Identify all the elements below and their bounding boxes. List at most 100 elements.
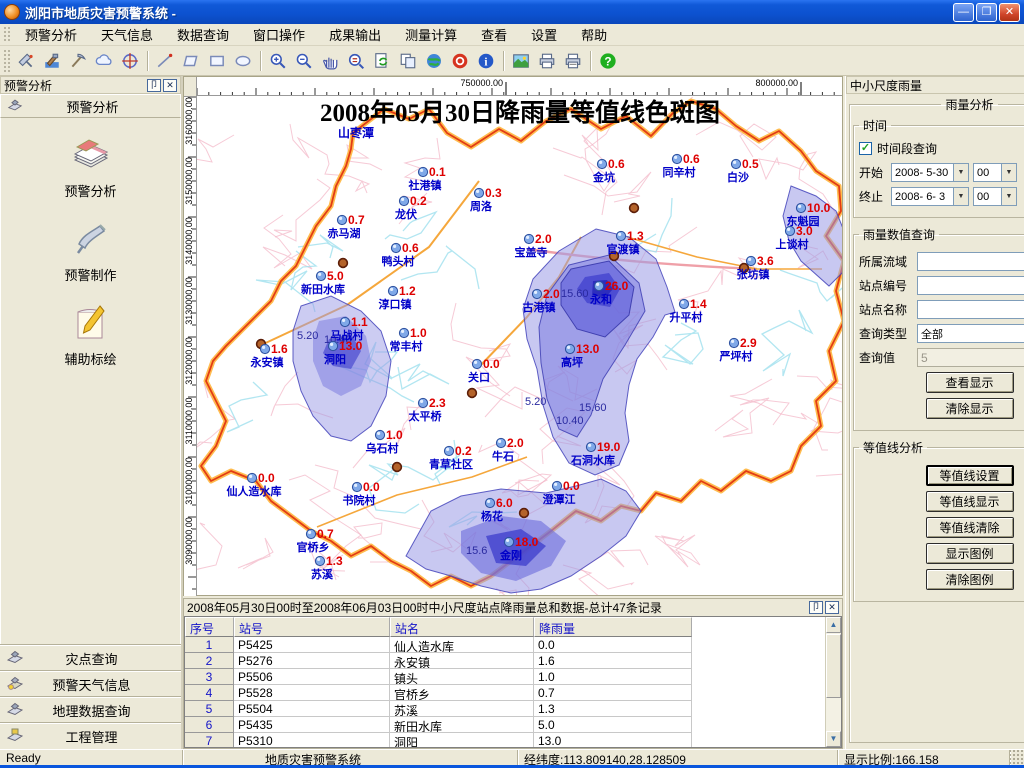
close-icon[interactable]: ✕ <box>825 601 839 614</box>
start-date-select[interactable]: 2008- 5-30 ▼ <box>891 163 969 182</box>
print-preview-icon[interactable] <box>560 49 586 73</box>
draw-polygon-icon[interactable] <box>178 49 204 73</box>
station-value: 0.7 <box>317 527 334 541</box>
end-hour-select[interactable]: 00 ▼ <box>973 187 1017 206</box>
info-icon[interactable]: i <box>473 49 499 73</box>
contour-button-4[interactable]: 清除图例 <box>926 569 1014 590</box>
chevron-down-icon[interactable]: ▼ <box>1001 188 1016 205</box>
station-name-input[interactable] <box>917 300 1024 319</box>
show-display-button[interactable]: 查看显示 <box>926 372 1014 393</box>
scroll-up-icon[interactable]: ▲ <box>826 617 841 633</box>
chevron-down-icon[interactable]: ▼ <box>953 188 968 205</box>
basin-label: 所属流域 <box>859 253 917 270</box>
table-row[interactable]: 3P5506镇头1.0 <box>185 669 825 685</box>
zoom-window-icon[interactable] <box>343 49 369 73</box>
station-value: 13.0 <box>576 342 600 356</box>
nav-item-0[interactable]: 灾点查询 <box>0 645 181 671</box>
menu-item-7[interactable]: 设置 <box>519 22 569 47</box>
time-range-checkbox[interactable]: ✓ <box>859 142 872 155</box>
close-icon[interactable]: ✕ <box>163 79 177 92</box>
map-canvas[interactable]: 5.2010.4015.605.2015.6010.4015.60.1社港镇0.… <box>197 97 842 595</box>
contour-value-label: 5.20 <box>525 396 546 408</box>
scroll-thumb[interactable] <box>826 634 841 698</box>
column-header-3[interactable]: 降雨量 <box>534 617 692 637</box>
tool-item-0[interactable]: 预警分析 <box>1 132 180 200</box>
draw-line-icon[interactable] <box>152 49 178 73</box>
menu-item-1[interactable]: 天气信息 <box>89 22 165 47</box>
table-row[interactable]: 6P5435新田水库5.0 <box>185 717 825 733</box>
tool-item-1[interactable]: 预警制作 <box>1 216 180 284</box>
menu-item-5[interactable]: 测量计算 <box>393 22 469 47</box>
start-hour-select[interactable]: 00 ▼ <box>973 163 1017 182</box>
contour-button-2[interactable]: 等值线清除 <box>926 517 1014 538</box>
image-export-icon[interactable] <box>508 49 534 73</box>
table-row[interactable]: 2P5276永安镇1.6 <box>185 653 825 669</box>
satellite-icon[interactable] <box>13 49 39 73</box>
station-value: 1.4 <box>690 297 707 311</box>
left-panel-header-label: 预警分析 <box>29 97 156 116</box>
menu-item-0[interactable]: 预警分析 <box>13 22 89 47</box>
tool-item-2[interactable]: 辅助标绘 <box>1 300 180 368</box>
zoom-in-icon[interactable] <box>265 49 291 73</box>
chevron-down-icon[interactable]: ▼ <box>1001 164 1016 181</box>
column-header-0[interactable]: 序号 <box>185 617 234 637</box>
chevron-down-icon[interactable]: ▼ <box>953 164 968 181</box>
close-button[interactable]: ✕ <box>999 3 1020 22</box>
copy-layer-icon[interactable] <box>395 49 421 73</box>
zoom-out-icon[interactable] <box>291 49 317 73</box>
menu-item-8[interactable]: 帮助 <box>569 22 619 47</box>
clear-display-button[interactable]: 清除显示 <box>926 398 1014 419</box>
nav-item-label: 地理数据查询 <box>30 701 153 720</box>
draw-rect-icon[interactable] <box>204 49 230 73</box>
column-header-1[interactable]: 站号 <box>234 617 390 637</box>
menu-item-6[interactable]: 查看 <box>469 22 519 47</box>
column-header-2[interactable]: 站名 <box>390 617 534 637</box>
globe-icon[interactable] <box>421 49 447 73</box>
nav-item-2[interactable]: 地理数据查询 <box>0 697 181 723</box>
end-date-select[interactable]: 2008- 6- 3 ▼ <box>891 187 969 206</box>
minimize-button[interactable]: — <box>953 3 974 22</box>
stamp-icon <box>0 700 30 721</box>
station-value: 5.0 <box>327 269 344 283</box>
menu-item-4[interactable]: 成果输出 <box>317 22 393 47</box>
status-scale: 显示比例:166.158 <box>838 750 1010 765</box>
scroll-down-icon[interactable]: ▼ <box>826 731 841 747</box>
station-id-input[interactable] <box>917 276 1024 295</box>
rain-analysis-group: 雨量分析 时间 ✓ 时间段查询 开始 2008- 5-30 ▼ <box>849 96 1024 743</box>
start-hour-value: 00 <box>974 167 1001 179</box>
menu-item-3[interactable]: 窗口操作 <box>241 22 317 47</box>
nav-item-3[interactable]: 工程管理 <box>0 723 181 749</box>
cloud-icon[interactable] <box>91 49 117 73</box>
pin-icon[interactable]: 卩 <box>809 601 823 614</box>
pin-icon[interactable]: 卩 <box>147 79 161 92</box>
table-row[interactable]: 4P5528官桥乡0.7 <box>185 685 825 701</box>
contour-button-0[interactable]: 等值线设置 <box>926 465 1014 486</box>
station-name: 永和 <box>589 292 612 306</box>
table-row[interactable]: 7P5310洞阳13.0 <box>185 733 825 747</box>
draw-ellipse-icon[interactable] <box>230 49 256 73</box>
toolbar-separator <box>590 51 591 71</box>
pick-icon[interactable] <box>65 49 91 73</box>
contour-button-1[interactable]: 等值线显示 <box>926 491 1014 512</box>
resize-grip[interactable] <box>1010 750 1024 765</box>
target-icon[interactable] <box>117 49 143 73</box>
hammer-icon[interactable] <box>39 49 65 73</box>
table-scrollbar[interactable]: ▲ ▼ <box>825 617 841 747</box>
town-marker <box>393 463 402 472</box>
query-value-label: 查询值 <box>859 349 917 366</box>
pan-icon[interactable] <box>317 49 343 73</box>
refresh-page-icon[interactable] <box>369 49 395 73</box>
query-type-select[interactable]: 全部 ▼ <box>917 324 1024 343</box>
contour-value-label: 15.60 <box>579 402 607 414</box>
stop-icon[interactable] <box>447 49 473 73</box>
station-name: 澄潭江 <box>543 492 576 506</box>
help-icon[interactable]: ? <box>595 49 621 73</box>
table-row[interactable]: 5P5504苏溪1.3 <box>185 701 825 717</box>
print-icon[interactable] <box>534 49 560 73</box>
contour-button-3[interactable]: 显示图例 <box>926 543 1014 564</box>
maximize-button[interactable]: ❐ <box>976 3 997 22</box>
basin-select[interactable]: ▼ <box>917 252 1024 271</box>
menu-item-2[interactable]: 数据查询 <box>165 22 241 47</box>
nav-item-1[interactable]: 预警天气信息 <box>0 671 181 697</box>
table-row[interactable]: 1P5425仙人造水库0.0 <box>185 637 825 653</box>
